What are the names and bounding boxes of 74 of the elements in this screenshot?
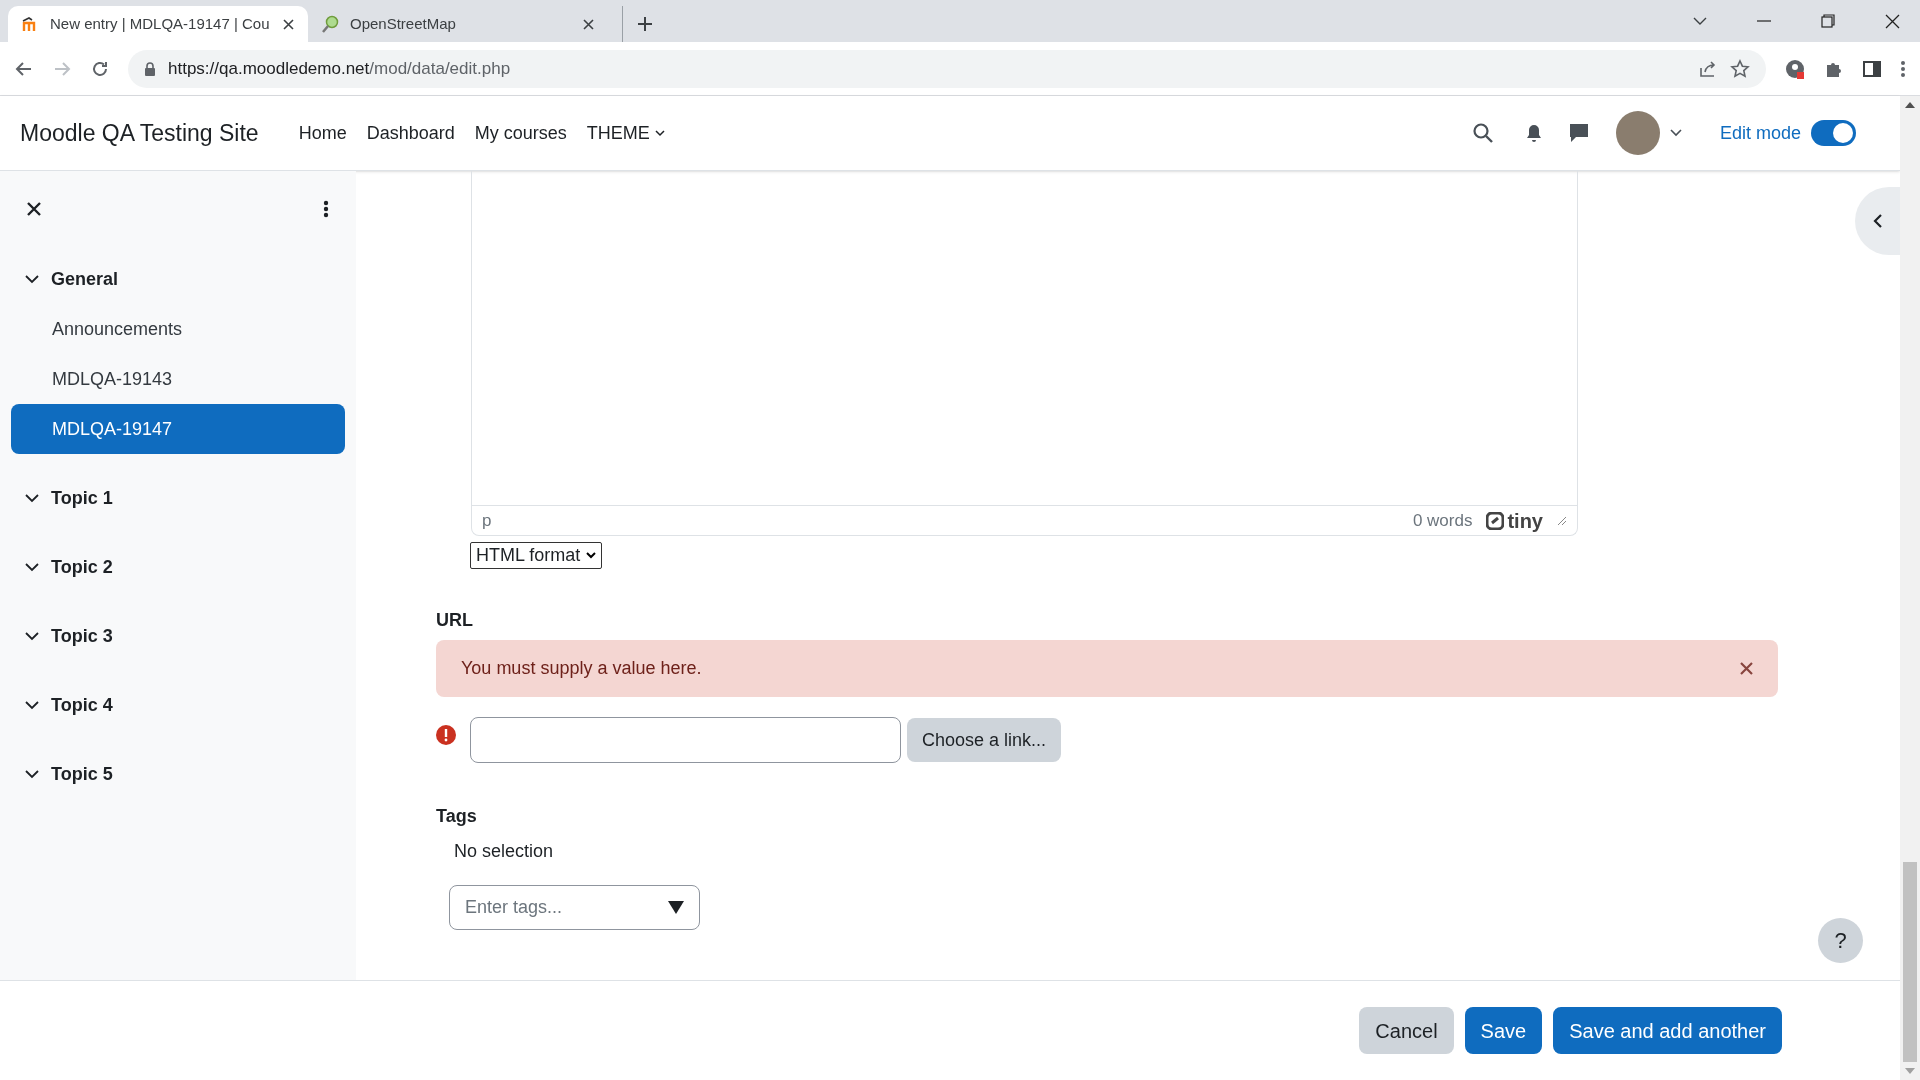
chevron-down-icon[interactable] <box>25 700 39 710</box>
form-button[interactable]: Save <box>1464 1007 1543 1054</box>
tiny-logo-icon <box>1486 511 1505 530</box>
scrollbar[interactable] <box>1900 96 1920 1080</box>
close-window-icon[interactable] <box>1885 13 1900 29</box>
help-button[interactable]: ? <box>1818 918 1863 963</box>
more-options-icon[interactable] <box>323 199 329 218</box>
section-heading[interactable]: Topic 2 <box>51 553 113 581</box>
chevron-down-icon[interactable] <box>25 493 39 503</box>
address-bar[interactable]: https://qa.moodledemo.net/mod/data/edit.php <box>128 49 1766 88</box>
nav-link[interactable]: My courses <box>474 119 567 147</box>
section-heading[interactable]: Topic 4 <box>51 691 113 719</box>
star-icon[interactable] <box>1730 58 1750 79</box>
chevron-left-icon <box>1872 213 1883 229</box>
edit-mode-toggle[interactable] <box>1811 120 1856 146</box>
restore-icon[interactable] <box>1821 14 1835 28</box>
search-icon[interactable] <box>1471 122 1494 144</box>
browser-tab[interactable]: New entry | MDLQA-19147 | Cou <box>8 6 308 42</box>
chevron-down-icon[interactable] <box>25 562 39 572</box>
text-editor[interactable]: p 0 words tiny <box>471 171 1578 536</box>
extension-icon[interactable] <box>1784 57 1806 80</box>
site-name[interactable]: Moodle QA Testing Site <box>20 115 259 151</box>
choose-link-button[interactable]: Choose a link... <box>907 718 1062 762</box>
error-icon <box>436 725 456 745</box>
chevron-down-icon[interactable] <box>25 631 39 641</box>
close-icon[interactable] <box>283 18 294 30</box>
share-icon[interactable] <box>1698 58 1718 79</box>
activity-link[interactable]: MDLQA-19147 <box>11 404 345 454</box>
activity-link[interactable]: Announcements <box>11 304 345 354</box>
error-message: You must supply a value here. <box>461 657 703 680</box>
scrollbar-thumb[interactable] <box>1903 862 1917 1062</box>
nav-menu[interactable]: THEME <box>586 119 665 147</box>
tab-search-icon[interactable] <box>1693 17 1707 25</box>
side-panel-icon[interactable] <box>1862 58 1882 79</box>
section-heading[interactable]: Topic 1 <box>51 484 113 512</box>
field-label: Tags <box>436 805 477 828</box>
tags-selection: No selection <box>454 840 554 863</box>
form-button[interactable]: Cancel <box>1359 1007 1454 1054</box>
browser-tab[interactable]: OpenStreetMap <box>308 6 608 42</box>
tab-title: OpenStreetMap <box>350 13 457 34</box>
chat-icon[interactable] <box>1567 122 1590 144</box>
caret-icon <box>654 129 665 137</box>
new-tab-icon[interactable] <box>637 16 653 32</box>
dropdown-triangle-icon <box>668 901 684 914</box>
format-select[interactable]: HTML format <box>470 542 603 569</box>
close-icon[interactable] <box>583 18 594 30</box>
close-icon[interactable] <box>27 201 41 216</box>
lock-icon <box>144 61 156 76</box>
map-magnifier-icon <box>322 15 340 33</box>
avatar[interactable] <box>1615 111 1660 155</box>
activity-link[interactable]: MDLQA-19143 <box>11 354 345 404</box>
url-input[interactable] <box>470 717 901 763</box>
edit-mode-label: Edit mode <box>1719 121 1801 145</box>
chevron-down-icon[interactable] <box>25 769 39 779</box>
field-label: URL <box>436 609 473 632</box>
caret-icon[interactable] <box>1669 129 1682 137</box>
tiny-logo-text[interactable]: tiny <box>1507 505 1543 536</box>
chevron-down-icon[interactable] <box>25 274 39 284</box>
scroll-up-icon[interactable] <box>1905 102 1915 108</box>
nav-link[interactable]: Home <box>298 119 347 147</box>
form-button[interactable]: Save and add another <box>1553 1007 1782 1054</box>
section-heading[interactable]: Topic 5 <box>51 760 113 788</box>
caret-icon <box>586 552 597 559</box>
section-heading[interactable]: General <box>51 265 119 293</box>
resize-handle-icon[interactable] <box>1557 515 1567 526</box>
menu-icon[interactable] <box>1900 58 1906 79</box>
element-path[interactable]: p <box>482 507 1399 534</box>
tags-input[interactable]: Enter tags... <box>449 885 700 930</box>
nav-link[interactable]: Dashboard <box>366 119 455 147</box>
url-text: https://qa.moodledemo.net/mod/data/edit.php <box>168 57 512 80</box>
tab-title: New entry | MDLQA-19147 | Cou <box>50 13 271 34</box>
word-count: 0 words <box>1412 509 1473 532</box>
drawer-toggle-button[interactable] <box>1855 187 1900 255</box>
section-heading[interactable]: Topic 3 <box>51 622 113 650</box>
